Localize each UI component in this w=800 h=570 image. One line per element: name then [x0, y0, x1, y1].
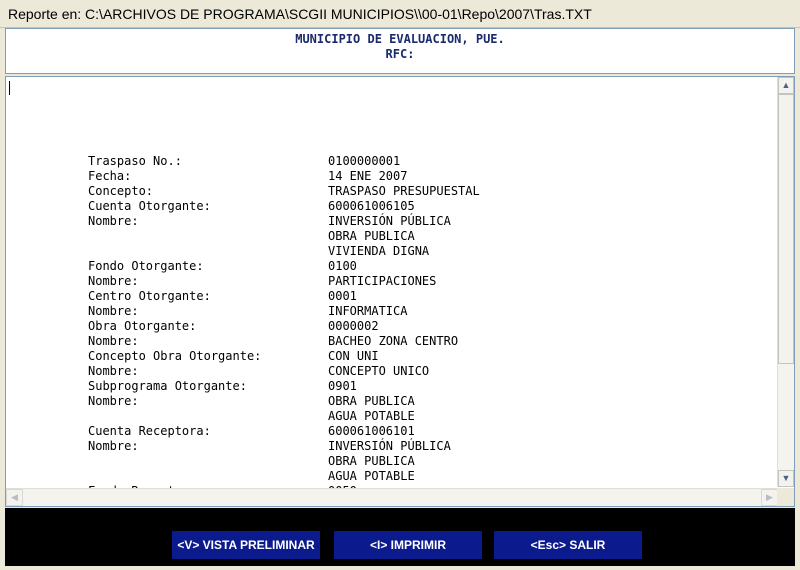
report-row: AGUA POTABLE [88, 409, 774, 424]
text-caret [9, 81, 10, 95]
row-label: Nombre: [88, 394, 139, 408]
preview-button[interactable]: <V> VISTA PRELIMINAR [172, 531, 320, 559]
municipio-name: MUNICIPIO DE EVALUACION, PUE. [295, 32, 505, 46]
row-value: 0000002 [328, 319, 379, 333]
row-value: 0100 [328, 259, 357, 273]
report-row: OBRA PUBLICA [88, 229, 774, 244]
report-row: Fecha: 14 ENE 2007 [88, 169, 774, 184]
row-value: OBRA PUBLICA [328, 229, 415, 243]
row-label: Fecha: [88, 169, 132, 183]
row-label: Nombre: [88, 304, 139, 318]
row-value: 14 ENE 2007 [328, 169, 408, 183]
scroll-right-icon[interactable]: ▶ [761, 489, 778, 506]
report-row: Nombre: INVERSIÓN PÚBLICA [88, 214, 774, 229]
title-bar: Reporte en: C:\ARCHIVOS DE PROGRAMA\SCGI… [0, 0, 800, 28]
row-value: AGUA POTABLE [328, 469, 415, 483]
row-label: Nombre: [88, 439, 139, 453]
row-value: OBRA PUBLICA [328, 394, 415, 408]
row-label: Nombre: [88, 364, 139, 378]
report-row: Centro Otorgante: 0001 [88, 289, 774, 304]
report-row: Cuenta Receptora: 600061006101 [88, 424, 774, 439]
row-value: 0100000001 [328, 154, 401, 168]
report-row: Concepto: TRASPASO PRESUPUESTAL [88, 184, 774, 199]
row-label: Nombre: [88, 334, 139, 348]
row-label: Concepto Obra Otorgante: [88, 349, 262, 363]
report-row: OBRA PUBLICA [88, 454, 774, 469]
row-label: Nombre: [88, 274, 139, 288]
row-label: Subprograma Otorgante: [88, 379, 247, 393]
row-value: CONCEPTO UNICO [328, 364, 430, 378]
row-label: Fondo Otorgante: [88, 259, 204, 273]
row-label: Nombre: [88, 214, 139, 228]
row-label: Centro Otorgante: [88, 289, 211, 303]
report-text-area[interactable]: Traspaso No.: 0100000001 Fecha: 14 ENE 2007… [5, 76, 795, 507]
row-label: Cuenta Receptora: [88, 424, 211, 438]
rfc-label: RFC: [385, 47, 415, 61]
report-row: AGUA POTABLE [88, 469, 774, 484]
row-value: VIVIENDA DIGNA [328, 244, 430, 258]
report-row: Nombre: BACHEO ZONA CENTRO [88, 334, 774, 349]
window-title: Reporte en: C:\ARCHIVOS DE PROGRAMA\SCGI… [8, 6, 592, 22]
row-value: 600061006101 [328, 424, 415, 438]
report-row: Fondo Otorgante: 0100 [88, 259, 774, 274]
report-row: Cuenta Otorgante: 600061006105 [88, 199, 774, 214]
row-value: 0901 [328, 379, 357, 393]
report-row: Nombre: OBRA PUBLICA [88, 394, 774, 409]
print-button[interactable]: <I> IMPRIMIR [334, 531, 482, 559]
report-row: VIVIENDA DIGNA [88, 244, 774, 259]
report-row: Subprograma Otorgante: 0901 [88, 379, 774, 394]
report-row: Nombre: INVERSIÓN PÚBLICA [88, 439, 774, 454]
report-row: Nombre: INFORMATICA [88, 304, 774, 319]
row-value: TRASPASO PRESUPUESTAL [328, 184, 480, 198]
row-value: OBRA PUBLICA [328, 454, 415, 468]
row-value: 0001 [328, 289, 357, 303]
row-label: Cuenta Otorgante: [88, 199, 211, 213]
button-bar: <V> VISTA PRELIMINAR <I> IMPRIMIR <Esc> … [5, 508, 795, 566]
scroll-down-icon[interactable]: ▼ [778, 470, 794, 487]
report-row: Nombre: PARTICIPACIONES [88, 274, 774, 289]
row-value: INVERSIÓN PÚBLICA [328, 214, 451, 228]
row-value: PARTICIPACIONES [328, 274, 437, 288]
row-value: 600061006105 [328, 199, 415, 213]
report-row: Traspaso No.: 0100000001 [88, 154, 774, 169]
row-label: Concepto: [88, 184, 154, 198]
row-value: INVERSIÓN PÚBLICA [328, 439, 451, 453]
report-rows: Traspaso No.: 0100000001 Fecha: 14 ENE 2007… [88, 154, 774, 488]
report-row: Obra Otorgante: 0000002 [88, 319, 774, 334]
report-row: Concepto Obra Otorgante: CON UNI [88, 349, 774, 364]
report-row: Nombre: CONCEPTO UNICO [88, 364, 774, 379]
vertical-scrollbar[interactable]: ▲ ▼ [777, 77, 794, 487]
scroll-up-icon[interactable]: ▲ [778, 77, 794, 94]
row-value: BACHEO ZONA CENTRO [328, 334, 459, 348]
report-header: MUNICIPIO DE EVALUACION, PUE. RFC: [5, 28, 795, 74]
row-value: INFORMATICA [328, 304, 408, 318]
scrollbar-corner [777, 488, 794, 506]
row-value: CON UNI [328, 349, 379, 363]
row-label: Traspaso No.: [88, 154, 182, 168]
scroll-left-icon[interactable]: ◀ [6, 489, 23, 506]
row-value: AGUA POTABLE [328, 409, 415, 423]
horizontal-scrollbar[interactable]: ◀ ▶ [6, 488, 778, 506]
exit-button[interactable]: <Esc> SALIR [494, 531, 642, 559]
scroll-thumb[interactable] [778, 94, 794, 364]
row-label: Obra Otorgante: [88, 319, 197, 333]
